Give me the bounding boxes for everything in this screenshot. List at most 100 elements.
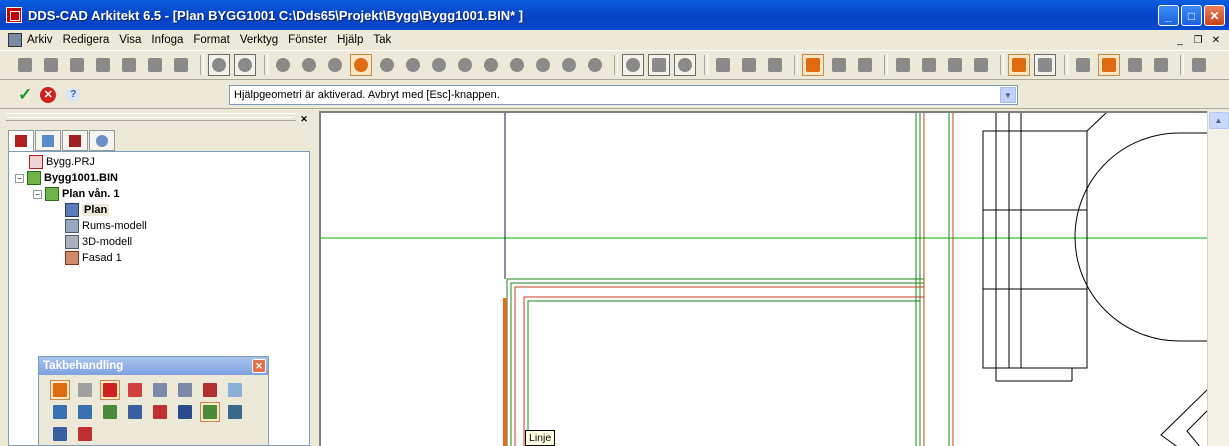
snap-insert-icon[interactable]: [480, 54, 502, 76]
render-view-icon[interactable]: [944, 54, 966, 76]
mdi-minimize-button[interactable]: _: [1173, 33, 1187, 47]
tree-item-3d-model[interactable]: 3D-modell: [65, 234, 132, 250]
tree-item-facade[interactable]: Fasad 1: [65, 250, 122, 266]
collapse-icon[interactable]: −: [33, 189, 42, 199]
menu-visa[interactable]: Visa: [114, 34, 146, 46]
snap-grid-icon[interactable]: [234, 54, 256, 76]
chevron-down-icon[interactable]: ▼: [1000, 87, 1016, 103]
polar-icon[interactable]: [674, 54, 696, 76]
tree-item-building[interactable]: − Bygg1001.BIN: [15, 170, 118, 186]
menu-redigera[interactable]: Redigera: [58, 34, 115, 46]
snap-node-icon[interactable]: [506, 54, 528, 76]
roof-insert-icon[interactable]: [125, 380, 145, 400]
snap-perpendicular-icon[interactable]: [428, 54, 450, 76]
door-tool-icon[interactable]: [738, 54, 760, 76]
move-tool-icon[interactable]: [40, 54, 62, 76]
snap-off-icon[interactable]: [622, 54, 644, 76]
roof-toolbar-title[interactable]: Takbehandling ✕: [39, 357, 268, 375]
snap-apparent-icon[interactable]: [584, 54, 606, 76]
menu-infoga[interactable]: Infoga: [146, 34, 188, 46]
layer-icon[interactable]: [1072, 54, 1094, 76]
roof-dash-icon[interactable]: [125, 402, 145, 422]
app-icon[interactable]: [6, 7, 22, 23]
check-icon[interactable]: ✓: [18, 85, 32, 105]
prompt-field[interactable]: Hjälpgeometri är aktiverad. Avbryt med […: [229, 85, 1018, 105]
roof-rafter-icon[interactable]: [50, 424, 70, 444]
wall-tool-icon[interactable]: [712, 54, 734, 76]
snap-intersection-icon[interactable]: [402, 54, 424, 76]
tree-view-tab[interactable]: [8, 130, 34, 151]
tree-item-project[interactable]: Bygg.PRJ: [29, 154, 95, 170]
menu-format[interactable]: Format: [188, 34, 234, 46]
help-icon[interactable]: ?: [66, 87, 81, 102]
roof-swap-icon[interactable]: [75, 402, 95, 422]
snap-quadrant-icon[interactable]: [376, 54, 398, 76]
camera-icon[interactable]: [918, 54, 940, 76]
close-button[interactable]: ✕: [1204, 5, 1225, 26]
tree-item-plan[interactable]: Plan: [65, 202, 110, 218]
snap-center-icon[interactable]: [324, 54, 346, 76]
pane-close-icon[interactable]: ✕: [298, 113, 310, 125]
measure-icon[interactable]: [1150, 54, 1172, 76]
roof-plane-icon[interactable]: [150, 380, 170, 400]
snap-extension-icon[interactable]: [558, 54, 580, 76]
room-tool-icon[interactable]: [802, 54, 824, 76]
roof-window-icon[interactable]: [200, 380, 220, 400]
undo-icon[interactable]: [144, 54, 166, 76]
roof-align-left-icon[interactable]: [100, 402, 120, 422]
document-menu-icon[interactable]: [8, 33, 22, 47]
roof-slope-icon[interactable]: [50, 402, 70, 422]
mdi-restore-button[interactable]: ❐: [1191, 33, 1205, 47]
drawing-canvas[interactable]: [319, 111, 1207, 446]
layers-tab[interactable]: [35, 130, 61, 151]
roof-cut-icon[interactable]: [150, 402, 170, 422]
snap-point-icon[interactable]: [208, 54, 230, 76]
roof-edit-icon[interactable]: [1098, 54, 1120, 76]
redo-icon[interactable]: [170, 54, 192, 76]
snap-nearest-icon[interactable]: [454, 54, 476, 76]
mdi-close-button[interactable]: ✕: [1209, 33, 1223, 47]
roof-toolbar-close-icon[interactable]: ✕: [252, 359, 266, 373]
snap-tangent-icon[interactable]: [350, 54, 372, 76]
tree-item-floor[interactable]: − Plan vån. 1: [33, 186, 119, 202]
menu-arkiv[interactable]: Arkiv: [22, 34, 58, 46]
menu-fonster[interactable]: Fönster: [283, 34, 332, 46]
snap-parallel-icon[interactable]: [532, 54, 554, 76]
roof-gable-icon[interactable]: [75, 424, 95, 444]
snap-end-icon[interactable]: [272, 54, 294, 76]
delete-tool-icon[interactable]: [92, 54, 114, 76]
roof-split-icon[interactable]: [99, 380, 120, 400]
menu-hjalp[interactable]: Hjälp: [332, 34, 368, 46]
print-tool-icon[interactable]: [118, 54, 140, 76]
menu-verktyg[interactable]: Verktyg: [235, 34, 283, 46]
help-tab[interactable]: [89, 130, 115, 151]
roof-section-icon[interactable]: [175, 380, 195, 400]
collapse-icon[interactable]: −: [15, 173, 24, 183]
menu-tak[interactable]: Tak: [368, 34, 396, 46]
grid-icon[interactable]: [1124, 54, 1146, 76]
ortho-icon[interactable]: [648, 54, 670, 76]
stretch-tool-icon[interactable]: [66, 54, 88, 76]
vertical-scrollbar[interactable]: ▲: [1207, 111, 1229, 446]
tree-item-room-model[interactable]: Rums-modell: [65, 218, 147, 234]
image-icon[interactable]: [970, 54, 992, 76]
roof-3d-icon[interactable]: [225, 380, 245, 400]
grid-icon[interactable]: [75, 380, 95, 400]
properties-icon[interactable]: [1188, 54, 1210, 76]
views-tab[interactable]: [62, 130, 88, 151]
cancel-icon[interactable]: ✕: [40, 86, 57, 103]
scroll-up-icon[interactable]: ▲: [1208, 112, 1229, 129]
pane-grip[interactable]: [6, 113, 296, 121]
guide-delete-icon[interactable]: [1034, 54, 1056, 76]
guide-delete-icon[interactable]: [225, 402, 245, 422]
roof-edit-icon[interactable]: [49, 380, 70, 400]
copy-tool-icon[interactable]: [14, 54, 36, 76]
slab-tool-icon[interactable]: [828, 54, 850, 76]
guide-geometry-icon[interactable]: [199, 402, 220, 422]
roof-tool-icon[interactable]: [854, 54, 876, 76]
roof-double-line-icon[interactable]: [175, 402, 195, 422]
minimize-button[interactable]: _: [1158, 5, 1179, 26]
window-tool-icon[interactable]: [764, 54, 786, 76]
guide-geometry-icon[interactable]: [1008, 54, 1030, 76]
snap-mid-icon[interactable]: [298, 54, 320, 76]
